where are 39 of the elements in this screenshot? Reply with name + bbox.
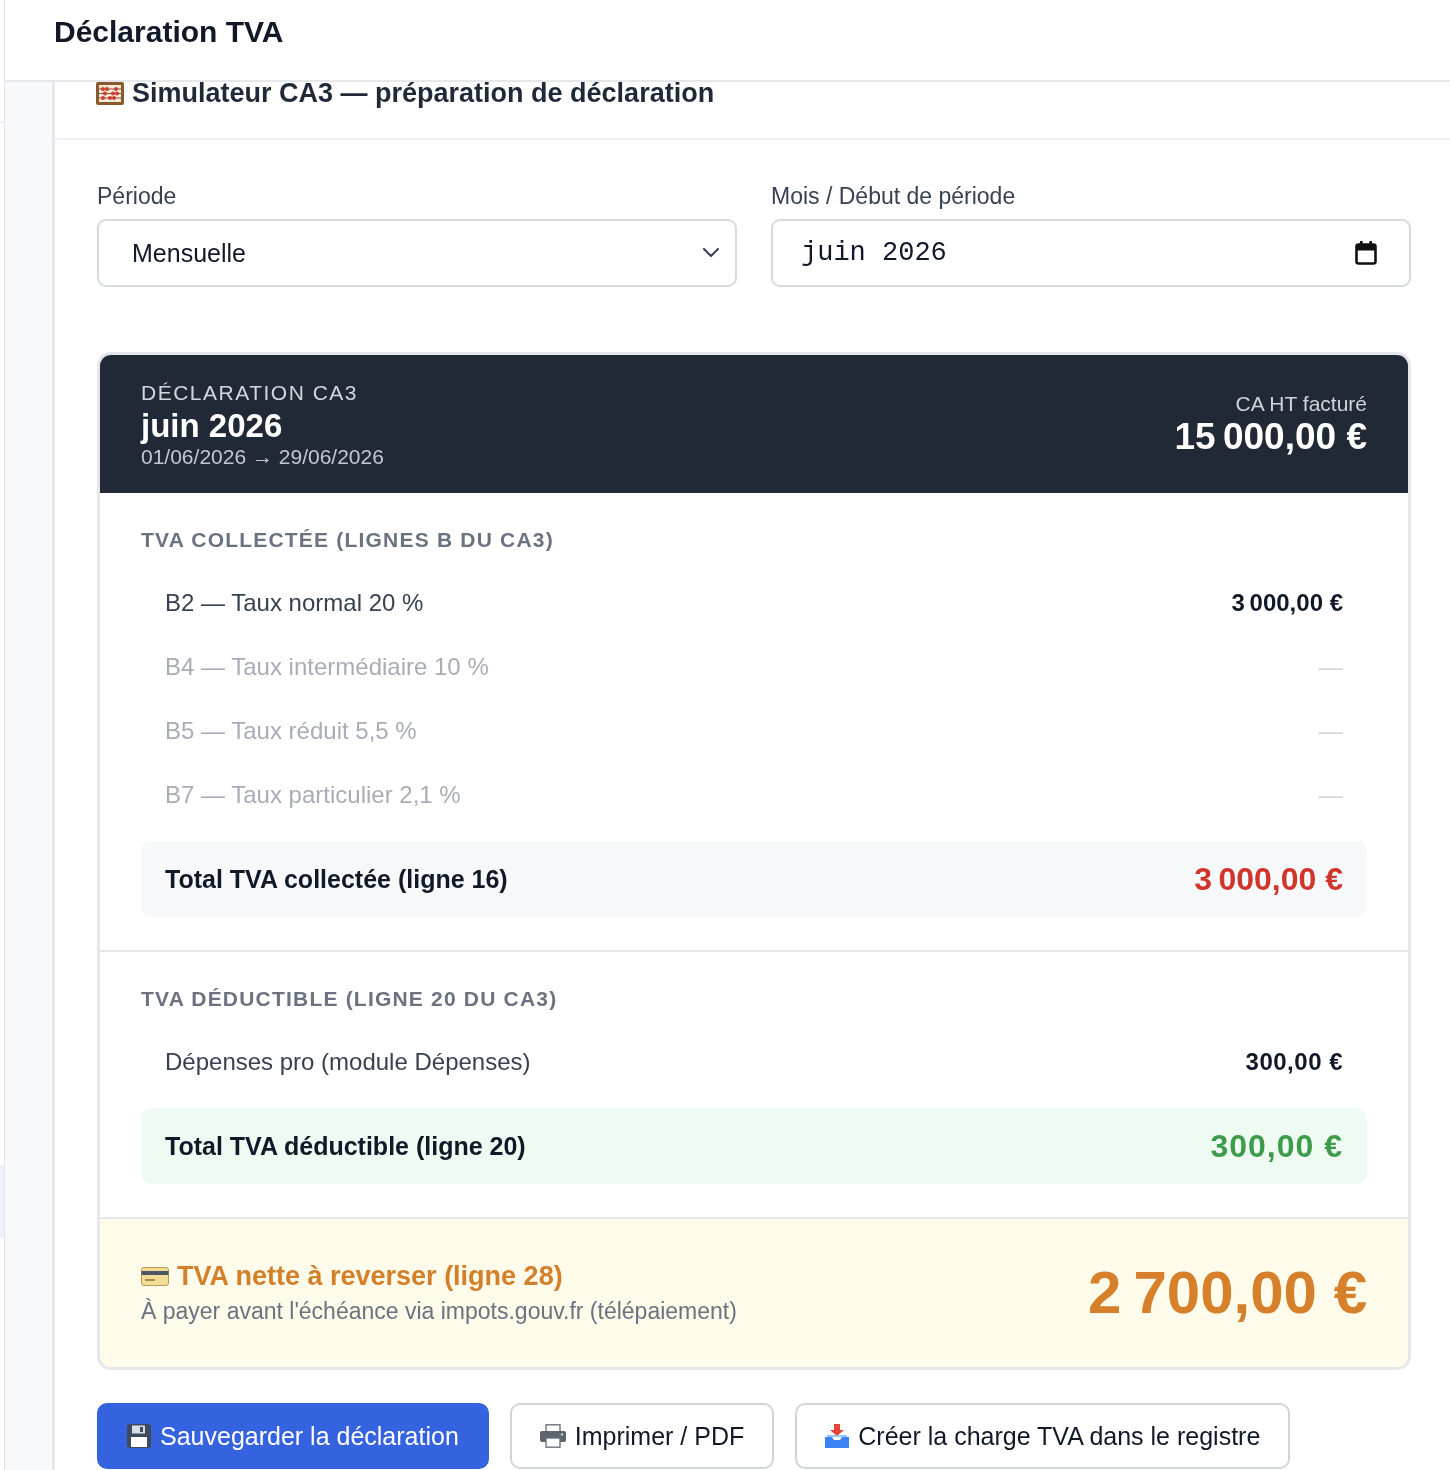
row-amount: — — [1318, 717, 1343, 745]
save-button[interactable]: Sauvegarder la déclaration — [97, 1403, 489, 1469]
net-amount: 2 700,00 € — [1088, 1260, 1367, 1326]
section-heading: TVA COLLECTÉE (LIGNES B DU CA3) — [141, 528, 555, 552]
page-title: Déclaration TVA — [54, 14, 284, 50]
print-button[interactable]: Imprimer / PDF — [509, 1403, 775, 1469]
printer-icon — [539, 1424, 566, 1448]
field-label: Mois / Début de période — [771, 182, 1017, 210]
period-title: juin 2026 — [141, 408, 284, 444]
row-label: B5 — Taux réduit 5,5 % — [165, 717, 417, 745]
card-title: Simulateur CA3 — préparation de déclaration — [132, 82, 715, 108]
inbox-tray-icon — [825, 1424, 850, 1448]
row-label: B4 — Taux intermédiaire 10 % — [165, 653, 489, 681]
month-input[interactable]: juin 2026 — [771, 219, 1411, 287]
create-charge-button[interactable]: Créer la charge TVA dans le registre — [795, 1403, 1291, 1469]
net-title: TVA nette à reverser (ligne 28) — [177, 1260, 563, 1292]
field-label: Période — [97, 182, 178, 210]
total-label: Total TVA collectée (ligne 16) — [165, 864, 508, 894]
row-amount: 3 000,00 € — [1231, 589, 1343, 617]
row-amount: 300,00 € — [1245, 1048, 1343, 1076]
row-label: B7 — Taux particulier 2,1 % — [165, 781, 461, 809]
total-label: Total TVA déductible (ligne 20) — [165, 1131, 526, 1161]
abacus-icon — [96, 82, 124, 105]
row-amount: — — [1318, 781, 1343, 809]
period-select[interactable]: Mensuelle — [97, 219, 737, 287]
total-amount: 300,00 € — [1210, 1127, 1343, 1165]
row-label: B2 — Taux normal 20 % — [165, 589, 424, 617]
date-range: 01/06/2026 → 29/06/2026 — [141, 445, 384, 469]
revenue-label: CA HT facturé — [1235, 392, 1367, 416]
credit-card-icon — [141, 1266, 169, 1286]
row-label: Dépenses pro (module Dépenses) — [165, 1048, 531, 1076]
calendar-icon — [1355, 241, 1377, 265]
declaration-label: DÉCLARATION CA3 — [141, 381, 359, 405]
total-amount: 3 000,00 € — [1194, 860, 1343, 898]
net-note: À payer avant l'échéance via impots.gouv.fr (télépaiement) — [141, 1297, 737, 1326]
chevron-down-icon — [703, 248, 719, 258]
revenue-amount: 15 000,00 € — [1174, 416, 1367, 458]
section-heading: TVA DÉDUCTIBLE (LIGNE 20 DU CA3) — [141, 987, 559, 1011]
row-amount: — — [1318, 653, 1343, 681]
